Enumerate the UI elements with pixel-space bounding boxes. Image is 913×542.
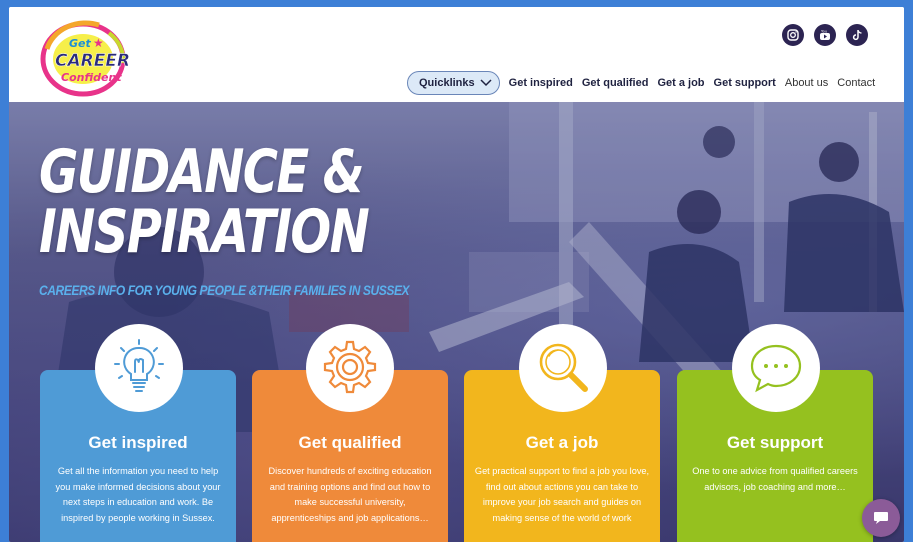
site-header: Get ★ CAREER Confident You Quicklinks Ge… — [9, 7, 904, 102]
logo-text-career: CAREER — [55, 51, 130, 71]
card-description: Get all the information you need to help… — [55, 466, 221, 523]
lightbulb-icon — [95, 324, 183, 412]
svg-text:You: You — [821, 30, 827, 34]
logo-text-confident: Confident — [61, 71, 122, 84]
nav-get-qualified[interactable]: Get qualified — [582, 77, 649, 89]
hero-banner: GUIDANCE & INSPIRATION CAREERS INFO FOR … — [9, 102, 904, 542]
chat-bubble-icon — [732, 324, 820, 412]
hero-subline: CAREERS INFO FOR YOUNG PEOPLE &THEIR FAM… — [39, 282, 410, 298]
nav-get-a-job[interactable]: Get a job — [657, 77, 704, 89]
nav-contact[interactable]: Contact — [837, 77, 875, 89]
hero-headline: GUIDANCE & INSPIRATION — [39, 137, 370, 267]
live-chat-button[interactable] — [862, 499, 900, 537]
headline-line-2: INSPIRATION — [39, 197, 370, 267]
browser-viewport: Get ★ CAREER Confident You Quicklinks Ge… — [9, 7, 904, 542]
gear-icon — [306, 324, 394, 412]
card-description: Discover hundreds of exciting education … — [268, 466, 432, 523]
svg-text:★: ★ — [93, 36, 104, 50]
instagram-icon[interactable] — [782, 24, 804, 46]
card-title: Get qualified — [298, 433, 402, 452]
social-links: You — [782, 24, 868, 46]
card-description: Get practical support to find a job you … — [474, 466, 650, 523]
youtube-icon[interactable]: You — [814, 24, 836, 46]
main-nav: Quicklinks Get inspired Get qualified Ge… — [407, 69, 875, 97]
quicklinks-label: Quicklinks — [419, 77, 475, 89]
headline-line-1: GUIDANCE & — [39, 137, 365, 207]
logo-text-get: Get — [69, 37, 91, 50]
chevron-down-icon — [480, 79, 492, 87]
nav-about-us[interactable]: About us — [785, 77, 828, 89]
chat-icon — [874, 512, 888, 524]
get-career-confident-logo[interactable]: Get ★ CAREER Confident — [39, 19, 131, 97]
card-title: Get inspired — [88, 433, 188, 452]
nav-get-support[interactable]: Get support — [714, 77, 776, 89]
card-description: One to one advice from qualified careers… — [692, 466, 858, 492]
card-title: Get support — [726, 433, 824, 452]
tiktok-icon[interactable] — [846, 24, 868, 46]
card-title: Get a job — [525, 433, 599, 452]
quicklinks-dropdown[interactable]: Quicklinks — [407, 71, 500, 95]
magnifier-icon — [519, 324, 607, 412]
nav-get-inspired[interactable]: Get inspired — [509, 77, 573, 89]
